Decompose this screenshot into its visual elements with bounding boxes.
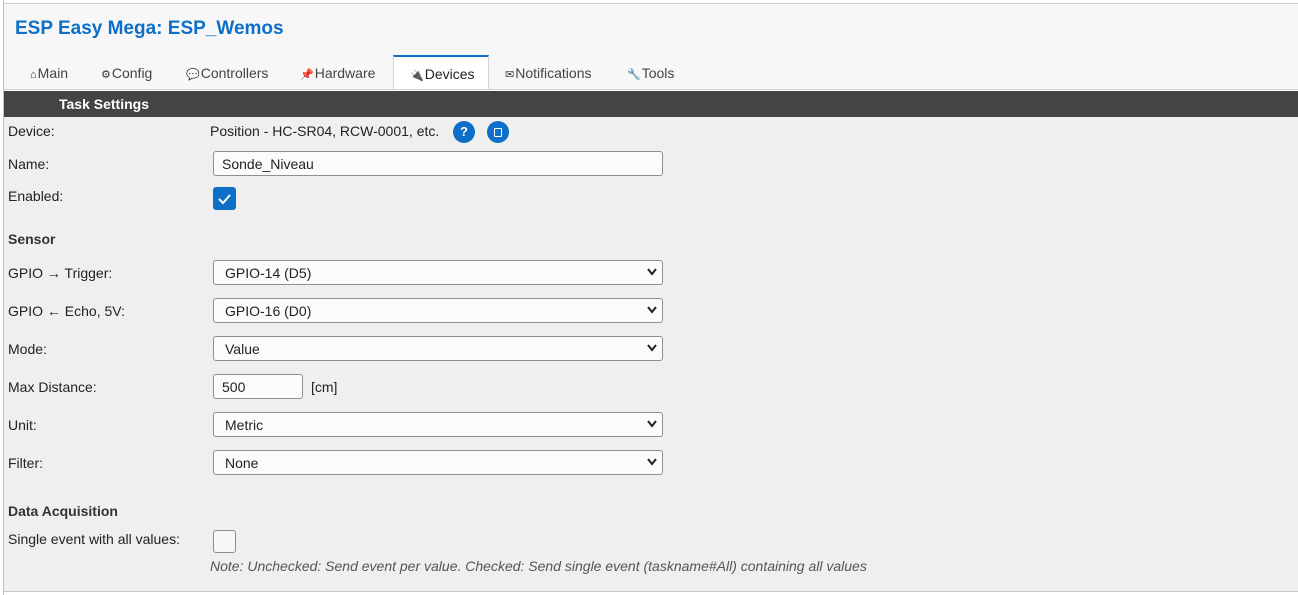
max-distance-unit: [cm]: [311, 379, 338, 395]
sensor-heading: Sensor: [8, 231, 56, 247]
chevron-down-icon: [647, 458, 657, 466]
gpio-trigger-label: GPIO → Trigger:: [8, 265, 113, 281]
unit-label: Unit:: [8, 417, 37, 433]
name-label: Name:: [8, 156, 50, 172]
tab-bar-divider: [4, 89, 1298, 90]
gpio-echo-label: GPIO ← Echo, 5V:: [8, 303, 125, 319]
single-event-checkbox[interactable]: [213, 530, 236, 553]
pin-icon: 📌: [300, 69, 314, 81]
name-input[interactable]: [213, 151, 663, 176]
chevron-down-icon: [647, 344, 657, 352]
help-button[interactable]: ?: [453, 121, 475, 143]
tab-devices[interactable]: 🔌Devices: [393, 55, 489, 89]
envelope-icon: ✉: [505, 69, 515, 81]
wrench-icon: 🔧: [627, 69, 641, 81]
device-value: Position - HC-SR04, RCW-0001, etc.: [210, 123, 440, 139]
chevron-down-icon: [647, 306, 657, 314]
max-distance-input[interactable]: [213, 374, 303, 399]
tab-config[interactable]: ⚙Config: [101, 55, 152, 89]
max-distance-label: Max Distance:: [8, 379, 97, 395]
speech-bubble-icon: 💬: [186, 69, 200, 81]
task-settings-header: Task Settings: [4, 91, 1298, 117]
document-icon: [494, 128, 502, 137]
unit-select[interactable]: Metric: [213, 412, 663, 437]
chevron-down-icon: [647, 268, 657, 276]
gpio-trigger-select[interactable]: GPIO-14 (D5): [213, 260, 663, 285]
documentation-button[interactable]: [487, 121, 509, 143]
data-acquisition-heading: Data Acquisition: [8, 503, 118, 519]
bottom-divider: [4, 591, 1298, 592]
single-event-label: Single event with all values:: [8, 531, 180, 547]
device-label: Device:: [8, 123, 55, 139]
tab-tools[interactable]: 🔧Tools: [627, 55, 674, 89]
tab-notifications[interactable]: ✉Notifications: [505, 55, 591, 89]
plug-icon: 🔌: [410, 70, 424, 82]
question-icon: ?: [460, 124, 468, 139]
tab-hardware[interactable]: 📌Hardware: [300, 55, 375, 89]
checkmark-icon: [218, 194, 231, 205]
enabled-checkbox[interactable]: [213, 187, 236, 210]
mode-select[interactable]: Value: [213, 336, 663, 361]
filter-select[interactable]: None: [213, 450, 663, 475]
single-event-note: Note: Unchecked: Send event per value. C…: [210, 558, 867, 574]
gpio-echo-select[interactable]: GPIO-16 (D0): [213, 298, 663, 323]
mode-label: Mode:: [8, 341, 47, 357]
page-title: ESP Easy Mega: ESP_Wemos: [15, 18, 284, 39]
home-icon: ⌂: [30, 69, 37, 81]
filter-label: Filter:: [8, 455, 43, 471]
chevron-down-icon: [647, 420, 657, 428]
gear-icon: ⚙: [101, 69, 111, 81]
section-title: Task Settings: [59, 96, 149, 112]
enabled-label: Enabled:: [8, 188, 64, 204]
tab-main[interactable]: ⌂Main: [30, 55, 68, 89]
tab-controllers[interactable]: 💬Controllers: [186, 55, 268, 89]
tab-bar: ⌂Main ⚙Config 💬Controllers 📌Hardware 🔌De…: [4, 55, 1298, 90]
